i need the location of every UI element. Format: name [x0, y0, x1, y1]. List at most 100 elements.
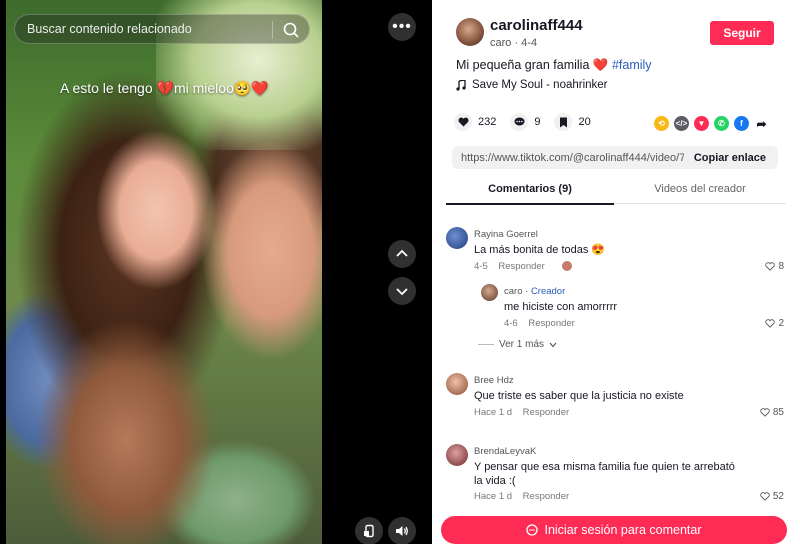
comment-like-count: 8	[778, 261, 784, 272]
heart-outline-icon	[765, 262, 776, 271]
creator-avatar[interactable]	[456, 18, 484, 46]
comment-text: La más bonita de todas 😍	[474, 244, 606, 256]
login-label: Iniciar sesión para comentar	[544, 523, 702, 537]
comment-icon	[510, 113, 529, 131]
video-link-box: https://www.tiktok.com/@carolinaff444/vi…	[452, 146, 778, 169]
save-count: 20	[578, 116, 591, 128]
reply-button[interactable]: Responder	[498, 261, 544, 272]
comment-date: Hace 1 d	[474, 491, 513, 502]
avatar[interactable]	[446, 444, 468, 466]
avatar[interactable]	[446, 227, 468, 249]
more-dots-icon: •••	[392, 18, 412, 35]
related-search-input[interactable]: Buscar contenido relacionado	[14, 14, 310, 44]
creator-subline: caro · 4-4	[490, 37, 538, 49]
description-text: Mi pequeña gran familia ❤️	[456, 58, 609, 72]
save-button[interactable]: 20	[554, 113, 591, 131]
comment-like-button[interactable]: 8	[765, 261, 784, 272]
share-row: ⟲ </> ▼ ✆ f ➦	[654, 116, 769, 131]
comment-date: Hace 1 d	[474, 407, 513, 418]
comment-text: Y pensar que esa misma familia fue quien…	[474, 461, 735, 487]
comment-like-count: 52	[772, 491, 784, 502]
follow-button[interactable]: Seguir	[710, 21, 774, 45]
music-title: Save My Soul - noahrinker	[472, 79, 608, 91]
comment-item: Bree Hdz Que triste es saber que la just…	[446, 373, 784, 423]
comment-meta: 4-6 Responder	[504, 318, 575, 329]
comment-like-button[interactable]: 52	[760, 491, 784, 502]
volume-button[interactable]	[388, 517, 416, 544]
comment-reply: caro · Creador me hiciste con amorrrrr 4…	[481, 284, 784, 334]
embed-icon[interactable]: ⟲	[654, 116, 669, 131]
music-note-icon	[456, 79, 466, 91]
comment-button[interactable]: 9	[510, 113, 540, 131]
comment-like-button[interactable]: 2	[765, 318, 784, 329]
video-text-overlay: A esto le tengo 💔mi mieloo🥺❤️	[60, 80, 269, 96]
chevron-down-icon	[396, 288, 408, 296]
creator-liked-avatar	[561, 261, 572, 272]
reply-button[interactable]: Responder	[523, 491, 569, 502]
next-video-button[interactable]	[388, 277, 416, 305]
heart-outline-icon	[760, 408, 770, 417]
music-link[interactable]: Save My Soul - noahrinker	[456, 79, 608, 91]
tab-comments[interactable]: Comentarios (9)	[446, 183, 614, 205]
like-button[interactable]: 232	[454, 113, 496, 131]
comment-meta: 4-5 Responder	[474, 261, 572, 272]
reply-author-name: caro	[504, 286, 523, 297]
code-icon[interactable]: </>	[674, 116, 689, 131]
whatsapp-icon[interactable]: ✆	[714, 116, 729, 131]
video-link[interactable]: https://www.tiktok.com/@carolinaff444/vi…	[461, 152, 684, 164]
comment-bubble-icon	[526, 524, 539, 536]
heart-outline-icon	[765, 319, 776, 328]
comment-item: BrendaLeyvaK Y pensar que esa misma fami…	[446, 444, 784, 506]
like-count: 232	[478, 116, 497, 128]
view-more-replies[interactable]: Ver 1 más	[478, 339, 557, 350]
avatar[interactable]	[481, 284, 498, 301]
chevron-up-icon	[396, 249, 408, 257]
comment-meta: Hace 1 d Responder	[474, 491, 569, 502]
comment-date: 4-5	[474, 261, 488, 272]
search-placeholder: Buscar contenido relacionado	[27, 22, 192, 36]
copy-link-button[interactable]: Copiar enlace	[684, 152, 778, 164]
comment-like-count: 85	[772, 407, 784, 418]
comment-meta: Hace 1 d Responder	[474, 407, 569, 418]
tiktok-video-page: Buscar contenido relacionado A esto le t…	[0, 0, 800, 544]
share-arrow-icon[interactable]: ➦	[754, 116, 769, 131]
comment-author[interactable]: Rayina Goerrel	[474, 229, 538, 240]
view-more-label: Ver 1 más	[499, 339, 545, 350]
comment-text: Que triste es saber que la justicia no e…	[474, 390, 684, 402]
previous-video-button[interactable]	[388, 240, 416, 268]
reply-button[interactable]: Responder	[528, 318, 574, 329]
panel-tabs: Comentarios (9) Videos del creador	[446, 178, 786, 205]
comment-author[interactable]: caro · Creador	[504, 286, 565, 297]
avatar[interactable]	[446, 373, 468, 395]
search-icon[interactable]	[281, 20, 301, 40]
video-player[interactable]: Buscar contenido relacionado A esto le t…	[0, 0, 432, 544]
creator-badge: Creador	[530, 286, 566, 297]
more-options-button[interactable]: •••	[388, 13, 416, 41]
comment-text: me hiciste con amorrrrr	[504, 301, 618, 313]
chevron-down-icon	[549, 342, 557, 347]
divider-line	[478, 344, 494, 345]
login-to-comment-button[interactable]: Iniciar sesión para comentar	[441, 516, 787, 544]
creator-username[interactable]: carolinaff444	[490, 17, 583, 34]
send-icon[interactable]: ▼	[694, 116, 709, 131]
comment-author[interactable]: Bree Hdz	[474, 375, 514, 386]
heart-icon	[454, 113, 472, 131]
heart-outline-icon	[760, 492, 770, 501]
hashtag-link[interactable]: #family	[612, 58, 652, 72]
tab-creator-videos[interactable]: Videos del creador	[614, 183, 786, 195]
video-description: Mi pequeña gran familia ❤️ #family	[456, 58, 652, 73]
comment-count: 9	[534, 116, 541, 128]
comment-date: 4-6	[504, 318, 518, 329]
reply-button[interactable]: Responder	[523, 407, 569, 418]
comment-like-count: 2	[778, 318, 784, 329]
phone-icon	[364, 524, 374, 538]
comment-like-button[interactable]: 85	[760, 407, 784, 418]
volume-icon	[396, 526, 408, 536]
comment-author[interactable]: BrendaLeyvaK	[474, 446, 536, 457]
comment-item: Rayina Goerrel La más bonita de todas 😍 …	[446, 227, 784, 277]
engagement-stats: 232 9 20	[454, 113, 605, 131]
search-divider	[272, 21, 273, 39]
facebook-icon[interactable]: f	[734, 116, 749, 131]
floating-player-button[interactable]	[355, 517, 383, 544]
bookmark-icon	[554, 113, 573, 131]
